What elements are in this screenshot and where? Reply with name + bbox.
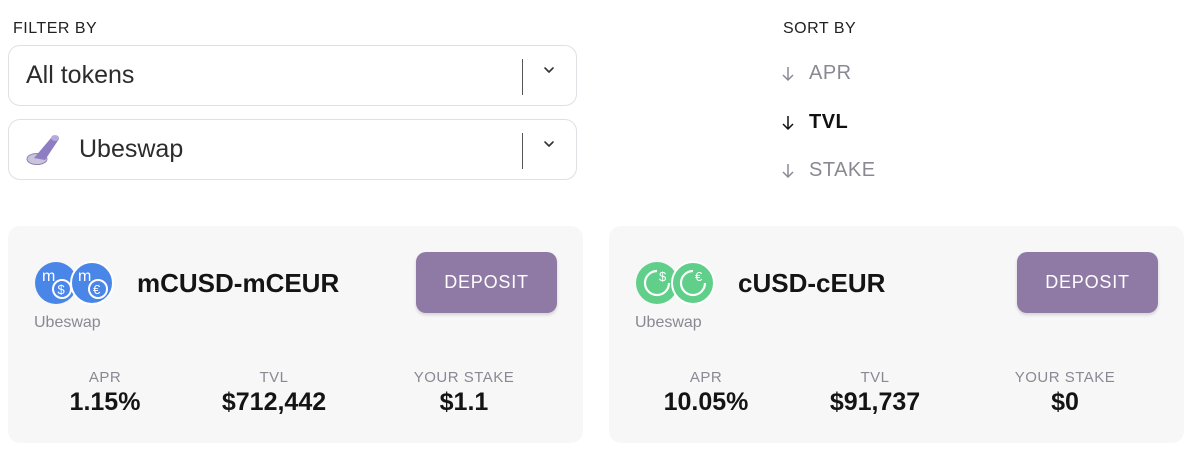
pool-exchange-label: Ubeswap	[635, 314, 702, 331]
filter-by-label: FILTER BY	[13, 20, 98, 37]
your-stake-stat: YOUR STAKE $0	[985, 369, 1145, 417]
apr-value: 10.05%	[663, 388, 749, 416]
tvl-label: TVL	[259, 369, 289, 386]
svg-text:m: m	[42, 268, 55, 285]
svg-text:$: $	[58, 282, 66, 297]
deposit-button[interactable]: DEPOSIT	[416, 252, 557, 313]
tvl-stat: TVL $91,737	[795, 369, 955, 417]
sort-option-label: STAKE	[809, 159, 876, 181]
cusd-ceur-token-pair-icon: $ €	[636, 261, 715, 305]
arrow-down-icon	[782, 115, 794, 130]
pool-exchange-label: Ubeswap	[34, 314, 101, 331]
sort-by-label: SORT BY	[783, 20, 857, 37]
pool-name: mCUSD-mCEUR	[137, 268, 340, 298]
tvl-label: TVL	[860, 369, 890, 386]
select-divider	[521, 59, 523, 95]
your-stake-value: $0	[1051, 388, 1079, 416]
sort-option-label: APR	[809, 62, 852, 84]
sort-option-label: TVL	[809, 111, 849, 133]
pool-name: cUSD-cEUR	[738, 268, 886, 298]
chevron-down-icon[interactable]	[542, 63, 556, 77]
tvl-value: $712,442	[221, 388, 327, 416]
svg-text:€: €	[93, 282, 101, 297]
your-stake-label: YOUR STAKE	[1014, 369, 1116, 386]
your-stake-label: YOUR STAKE	[413, 369, 515, 386]
tvl-stat: TVL $712,442	[194, 369, 354, 417]
pool-card: $ € Ubeswap cUSD-cEUR DEPOSIT APR 10.05%…	[609, 226, 1184, 443]
tvl-value: $91,737	[829, 388, 921, 416]
exchange-filter-select[interactable]: Ubeswap	[8, 119, 577, 180]
svg-text:€: €	[695, 269, 703, 284]
chevron-down-icon[interactable]	[542, 137, 556, 151]
apr-label: APR	[689, 369, 723, 386]
apr-stat: APR 10.05%	[626, 369, 786, 417]
apr-value: 1.15%	[69, 388, 141, 416]
apr-stat: APR 1.15%	[25, 369, 185, 417]
sort-option-apr[interactable]: APR	[779, 62, 852, 85]
deposit-button[interactable]: DEPOSIT	[1017, 252, 1158, 313]
mcusd-mceur-token-pair-icon: m $ m €	[35, 261, 114, 305]
your-stake-stat: YOUR STAKE $1.1	[384, 369, 544, 417]
svg-text:$: $	[659, 269, 667, 284]
select-divider	[521, 133, 523, 169]
pool-card: m $ m € Ubeswap mCUSD-mCEUR DEPOSIT APR …	[8, 226, 583, 443]
ubeswap-logo-icon	[26, 134, 59, 165]
arrow-down-icon	[782, 66, 794, 81]
apr-label: APR	[88, 369, 122, 386]
sort-option-tvl[interactable]: TVL	[779, 111, 848, 134]
token-filter-value: All tokens	[26, 61, 135, 89]
your-stake-value: $1.1	[439, 388, 489, 416]
exchange-filter-value: Ubeswap	[79, 135, 184, 163]
token-filter-select[interactable]: All tokens	[8, 45, 577, 106]
svg-text:m: m	[78, 268, 91, 285]
sort-option-stake[interactable]: STAKE	[779, 159, 876, 182]
arrow-down-icon	[782, 163, 794, 178]
